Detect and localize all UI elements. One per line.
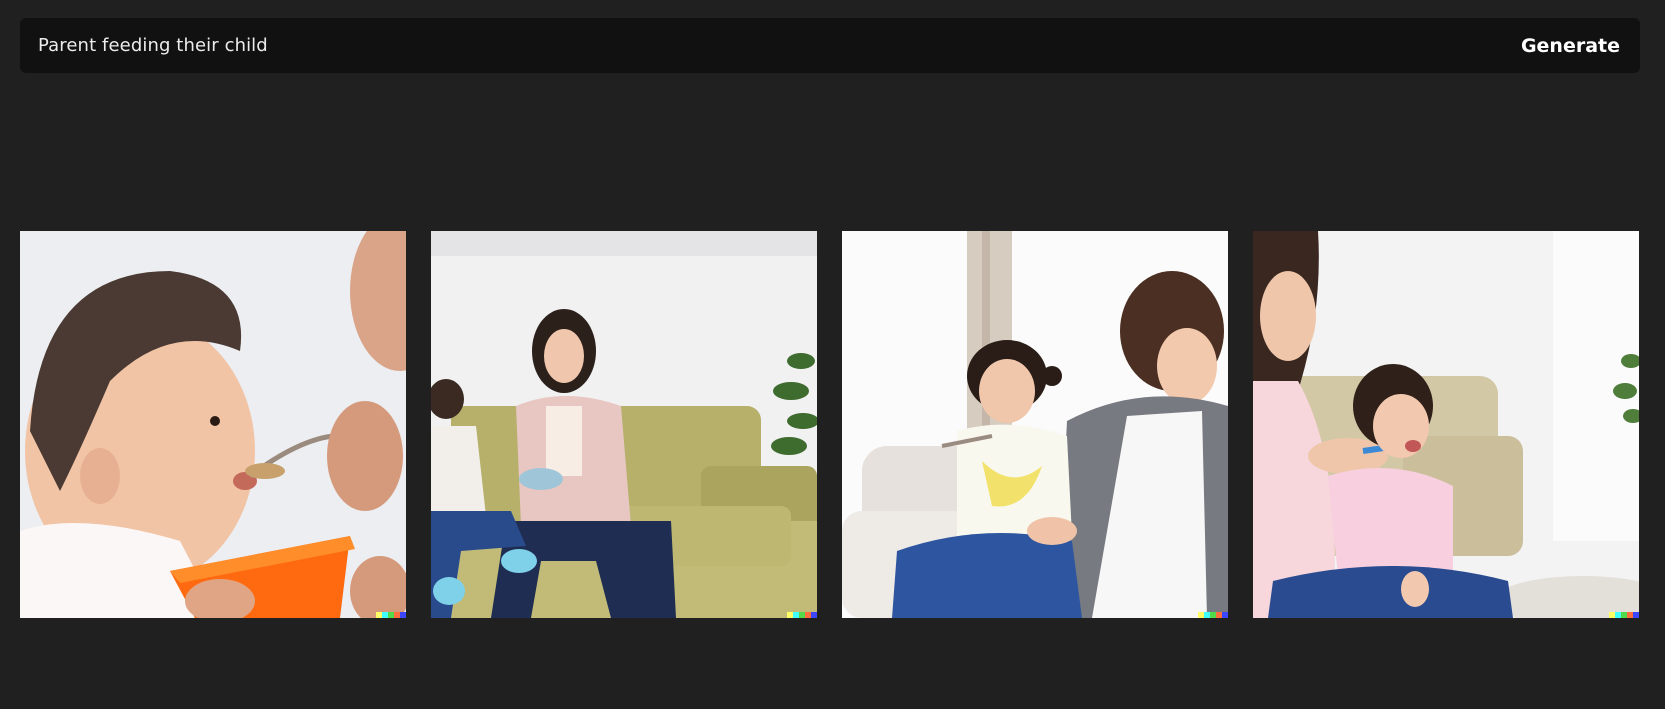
mother-girl-sofa-image (842, 231, 1228, 618)
generated-image-3[interactable] (842, 231, 1228, 618)
image-gallery (20, 231, 1640, 618)
generate-button[interactable]: Generate (1521, 35, 1620, 57)
baby-spoon-feeding-image (20, 231, 406, 618)
watermark (1609, 612, 1639, 618)
mother-feeding-girl-armchair-image (1253, 231, 1639, 618)
watermark (376, 612, 406, 618)
prompt-bar[interactable]: Parent feeding their child Generate (20, 18, 1640, 73)
watermark (1198, 612, 1228, 618)
generated-image-4[interactable] (1253, 231, 1639, 618)
prompt-input[interactable]: Parent feeding their child (38, 35, 268, 56)
mother-sofa-toddler-image (431, 231, 817, 618)
generated-image-1[interactable] (20, 231, 406, 618)
generated-image-2[interactable] (431, 231, 817, 618)
watermark (787, 612, 817, 618)
